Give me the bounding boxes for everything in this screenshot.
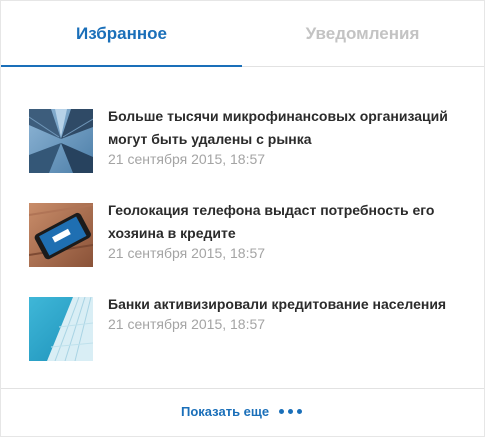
show-more-button[interactable]: Показать еще: [181, 404, 303, 419]
news-item[interactable]: Банки активизировали кредитование населе…: [1, 296, 484, 367]
news-date: 21 сентября 2015, 18:57: [108, 245, 266, 261]
news-item[interactable]: Больше тысячи микрофинансовых организаци…: [1, 108, 484, 179]
news-item[interactable]: Геолокация телефона выдаст потребность е…: [1, 202, 484, 273]
news-date: 21 сентября 2015, 18:57: [108, 316, 266, 332]
glass-building-thumbnail[interactable]: [29, 297, 93, 361]
tab-favorites-label: Избранное: [76, 24, 167, 43]
widget-footer: Показать еще: [1, 388, 484, 436]
more-dots-icon: [279, 409, 303, 414]
news-date: 21 сентября 2015, 18:57: [108, 151, 266, 167]
tab-notifications[interactable]: Уведомления: [242, 1, 483, 67]
tab-notifications-label: Уведомления: [305, 24, 420, 43]
favorites-widget: Избранное Уведомления Больше тысячи микр…: [0, 0, 485, 437]
show-more-label: Показать еще: [181, 404, 270, 419]
active-tab-indicator: [1, 65, 242, 67]
tab-favorites[interactable]: Избранное: [1, 1, 242, 67]
news-title[interactable]: Больше тысячи микрофинансовых организаци…: [108, 105, 458, 151]
tab-bar: Избранное Уведомления: [1, 1, 484, 67]
skyscrapers-thumbnail[interactable]: [29, 109, 93, 173]
news-title[interactable]: Геолокация телефона выдаст потребность е…: [108, 199, 458, 245]
smartphone-thumbnail[interactable]: [29, 203, 93, 267]
news-title[interactable]: Банки активизировали кредитование населе…: [108, 293, 458, 316]
